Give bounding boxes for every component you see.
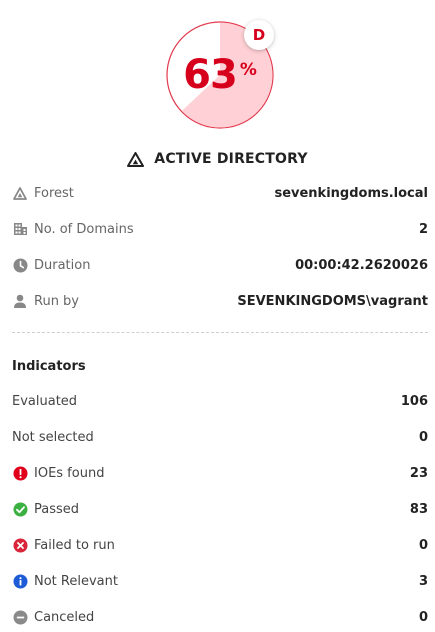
indicator-row-not-relevant: Not Relevant 3	[12, 570, 428, 592]
info-icon	[12, 573, 28, 589]
indicator-row-passed: Passed 83	[12, 498, 428, 520]
clock-icon	[12, 257, 28, 273]
indicator-value: 83	[409, 501, 428, 517]
indicator-value: 23	[409, 465, 428, 481]
indicator-label: Not Relevant	[34, 573, 118, 589]
triangle-icon	[12, 185, 28, 201]
indicator-row-not-selected: Not selected 0	[12, 426, 428, 448]
check-icon	[12, 501, 28, 517]
detail-label: Run by	[34, 293, 80, 309]
section-title: ACTIVE DIRECTORY	[0, 148, 435, 170]
divider	[12, 332, 428, 333]
indicator-value: 3	[418, 573, 428, 589]
indicator-row-canceled: Canceled 0	[12, 606, 428, 628]
indicator-label: Not selected	[12, 429, 94, 445]
indicator-value: 106	[400, 393, 428, 409]
detail-label: Duration	[34, 257, 91, 273]
score-number: 63	[183, 52, 238, 98]
detail-row-domains: No. of Domains 2	[12, 218, 428, 240]
detail-value: sevenkingdoms.local	[274, 185, 428, 201]
detail-value: 00:00:42.2620026	[295, 257, 428, 273]
indicator-value: 0	[418, 429, 428, 445]
building-icon	[12, 221, 28, 237]
indicator-label: IOEs found	[34, 465, 105, 481]
user-icon	[12, 293, 28, 309]
minus-circle-icon	[12, 609, 28, 625]
grade-badge: D	[244, 20, 274, 50]
score-panel: 63 % D ACTIVE DIRECTORY Forest sevenking…	[0, 0, 435, 632]
detail-value: SEVENKINGDOMS\vagrant	[237, 293, 428, 309]
detail-row-forest: Forest sevenkingdoms.local	[12, 182, 428, 204]
indicators-title: Indicators	[12, 358, 86, 374]
detail-row-run-by: Run by SEVENKINGDOMS\vagrant	[12, 290, 428, 312]
indicator-row-ioes-found: IOEs found 23	[12, 462, 428, 484]
detail-row-duration: Duration 00:00:42.2620026	[12, 254, 428, 276]
score-percent-sign: %	[239, 59, 257, 80]
detail-label: Forest	[34, 185, 74, 201]
indicator-label: Failed to run	[34, 537, 115, 553]
x-circle-icon	[12, 537, 28, 553]
detail-value: 2	[418, 221, 428, 237]
indicator-row-evaluated: Evaluated 106	[12, 390, 428, 412]
indicator-value: 0	[418, 537, 428, 553]
indicator-label: Evaluated	[12, 393, 78, 409]
indicator-label: Canceled	[34, 609, 95, 625]
exclamation-icon	[12, 465, 28, 481]
indicator-value: 0	[418, 609, 428, 625]
indicator-row-failed-to-run: Failed to run 0	[12, 534, 428, 556]
detail-label: No. of Domains	[34, 221, 134, 237]
section-title-text: ACTIVE DIRECTORY	[154, 151, 308, 167]
triangle-warning-icon	[127, 151, 145, 167]
indicator-label: Passed	[34, 501, 80, 517]
